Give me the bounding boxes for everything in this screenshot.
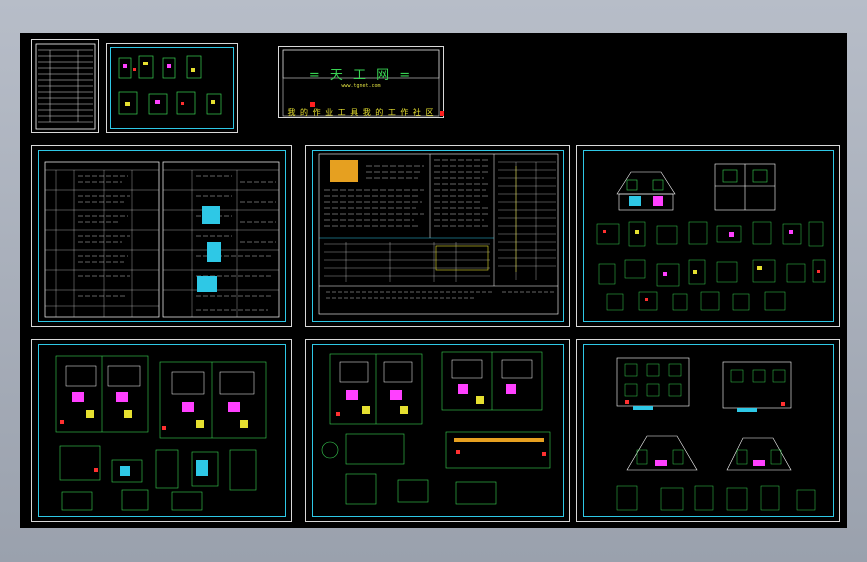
cover-table-drawing bbox=[35, 43, 96, 130]
floor-plans-sheet-1[interactable] bbox=[31, 339, 292, 522]
cad-model-space[interactable]: = 天 工 网 = www.tgnet.com 我 的 作 业 工 具 我 的 … bbox=[20, 33, 847, 528]
viewer-window: = 天 工 网 = www.tgnet.com 我 的 作 业 工 具 我 的 … bbox=[0, 0, 867, 562]
floor-plans-drawing-2 bbox=[321, 351, 551, 505]
elevations-sheet[interactable] bbox=[576, 339, 840, 522]
logo-url: www.tgnet.com bbox=[341, 83, 381, 89]
construction-details-sheet[interactable] bbox=[576, 145, 840, 327]
design-notes-sheet[interactable] bbox=[31, 145, 292, 327]
elevations-drawing bbox=[616, 357, 816, 511]
logo-title: = 天 工 网 = bbox=[308, 68, 414, 83]
design-notes-drawing bbox=[44, 161, 280, 318]
thumbnail-plans-sheet[interactable] bbox=[106, 43, 238, 133]
general-notes-sheet[interactable] bbox=[305, 145, 570, 327]
floor-plans-sheet-2[interactable] bbox=[305, 339, 570, 522]
general-notes-drawing bbox=[318, 153, 559, 315]
floor-plans-drawing-1 bbox=[55, 355, 267, 511]
construction-details-drawing bbox=[596, 163, 826, 311]
logo-slogan: 我 的 作 业 工 具 我 的 工 作 社 区 bbox=[287, 108, 435, 117]
cover-table-sheet[interactable] bbox=[31, 39, 99, 133]
logo-sheet[interactable]: = 天 工 网 = www.tgnet.com 我 的 作 业 工 具 我 的 … bbox=[278, 46, 444, 118]
thumbnail-plans-drawing bbox=[118, 55, 222, 115]
